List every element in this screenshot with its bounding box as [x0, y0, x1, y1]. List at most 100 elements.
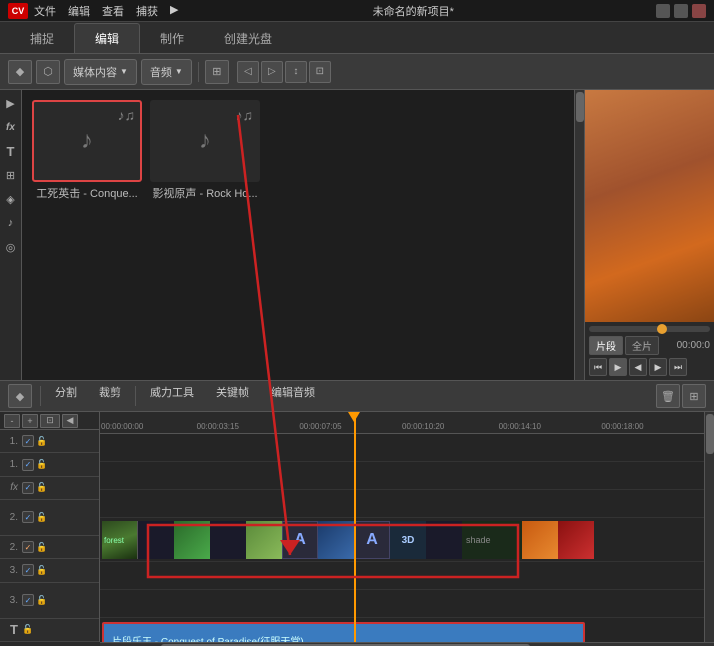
toolbar-select-icon[interactable]: ◆ — [8, 60, 32, 84]
ruler-tick-2: 00:00:07:05 — [299, 422, 341, 431]
close-icon[interactable] — [692, 4, 706, 18]
track-lock-2a[interactable]: 🔓 — [36, 511, 48, 523]
track-lock-2b[interactable]: 🔓 — [36, 541, 48, 553]
audio-label: 音频 — [150, 64, 172, 80]
menu-file[interactable]: 文件 — [34, 3, 56, 19]
tl-tool-keyframe[interactable]: 关键帧 — [206, 384, 259, 408]
tl-tool-audio-edit[interactable]: 编辑音频 — [261, 384, 325, 408]
timeline-vscrollbar[interactable] — [704, 412, 714, 642]
track-lock-1b[interactable]: 🔓 — [36, 459, 48, 471]
menu-view[interactable]: 查看 — [102, 3, 124, 19]
tab-produce[interactable]: 制作 — [140, 24, 204, 53]
track-lock-fx[interactable]: 🔓 — [36, 482, 48, 494]
track-num-2a: 2. — [4, 512, 18, 523]
tl-delete-icon[interactable]: 🗑 — [656, 384, 680, 408]
transport-next[interactable]: ▶ — [649, 358, 667, 376]
track-check-3b[interactable]: ✓ — [22, 594, 34, 606]
sidebar-image-icon[interactable]: ⊞ — [2, 166, 20, 184]
clip-label-A2: A — [354, 521, 390, 559]
tl-tool-power[interactable]: 威力工具 — [140, 384, 204, 408]
track-row-2b — [100, 562, 704, 590]
media-item-2[interactable]: ♪ ♪♫ 影视原声 - Rock Ho... — [150, 100, 260, 201]
sidebar-arrow-icon[interactable]: ▶ — [2, 94, 20, 112]
toolbar-grid-icon[interactable]: ⊞ — [205, 60, 229, 84]
clip-label-shade: shade — [462, 521, 522, 559]
sidebar-color-icon[interactable]: ◎ — [2, 238, 20, 256]
tl-zoom-in[interactable]: + — [22, 414, 38, 428]
ruler-tick-5: 00:00:18:00 — [601, 422, 643, 431]
transport-play[interactable]: ▶ — [609, 358, 627, 376]
preview-controls: 片段 全片 00:00:0 ⏮ ▶ ◀ ▶ ⏭ — [585, 322, 714, 380]
preview-slider-thumb — [657, 324, 667, 334]
window-title: 未命名的新项目* — [373, 3, 454, 19]
track-check-3a[interactable]: ✓ — [22, 564, 34, 576]
tl-zoom-out[interactable]: - — [4, 414, 20, 428]
sidebar-text-icon[interactable]: T — [2, 142, 20, 160]
music-note-bg-1: ♪ — [81, 127, 93, 155]
track-check-2b[interactable]: ✓ — [22, 541, 34, 553]
sidebar-fx-icon[interactable]: fx — [2, 118, 20, 136]
menu-edit[interactable]: 编辑 — [68, 3, 90, 19]
track-labels: - + ⊡ ◀ 1. ✓ 🔓 1. ✓ 🔓 — [0, 412, 100, 642]
video-clip-group[interactable]: forest A A 3D shade — [102, 521, 594, 559]
toolbar-icon-3[interactable]: ↕ — [285, 61, 307, 83]
track-label-row-2a: 2. ✓ 🔓 — [0, 500, 99, 536]
track-lock-3b[interactable]: 🔓 — [36, 594, 48, 606]
clip-label-A1: A — [282, 521, 318, 559]
tl-fit[interactable]: ⊡ — [40, 414, 60, 428]
toolbar-separator-1 — [198, 62, 199, 82]
timeline-hscrollbar[interactable] — [100, 642, 714, 646]
maximize-icon[interactable] — [674, 4, 688, 18]
audio-clip-main[interactable]: 片段乐王 - Conquest of Paradise(征服天堂) — [102, 622, 585, 642]
preview-mode-full[interactable]: 全片 — [625, 336, 659, 355]
timeline-sep-1 — [40, 386, 41, 406]
track-check-2a[interactable]: ✓ — [22, 511, 34, 523]
menu-more[interactable]: ▶ — [170, 3, 178, 19]
track-row-2a: forest A A 3D shade — [100, 518, 704, 562]
tl-tool-trim[interactable]: 裁剪 — [89, 384, 131, 408]
transport-prev[interactable]: ◀ — [629, 358, 647, 376]
menu-capture[interactable]: 捕获 — [136, 3, 158, 19]
track-lock-3a[interactable]: 🔓 — [36, 564, 48, 576]
tl-tool-split[interactable]: 分割 — [45, 384, 87, 408]
menu-bar: 文件 编辑 查看 捕获 ▶ — [34, 3, 178, 19]
transport-next-frame[interactable]: ⏭ — [669, 358, 687, 376]
tl-prev[interactable]: ◀ — [62, 414, 78, 428]
toolbar-icon-1[interactable]: ◁ — [237, 61, 259, 83]
tl-settings-icon[interactable]: ⊞ — [682, 384, 706, 408]
tl-ruler: 00:00:00:00 00:00:03:15 00:00:07:05 00:0… — [100, 412, 704, 434]
transport-prev-frame[interactable]: ⏮ — [589, 358, 607, 376]
tab-edit[interactable]: 编辑 — [74, 23, 140, 53]
media-item-1[interactable]: ♪ ♪♫ 工死英击 - Conque... — [32, 100, 142, 201]
toolbar-puzzle-icon[interactable]: ⬡ — [36, 60, 60, 84]
toolbar-audio-btn[interactable]: 音频 ▼ — [141, 59, 192, 85]
audio-dropdown-arrow: ▼ — [175, 67, 183, 76]
timeline-select-btn[interactable]: ◆ — [8, 384, 32, 408]
toolbar-media-btn[interactable]: 媒体内容 ▼ — [64, 59, 137, 85]
preview-image — [585, 90, 714, 322]
toolbar-icon-4[interactable]: ⊡ — [309, 61, 331, 83]
window-controls — [656, 4, 706, 18]
tab-disc[interactable]: 创建光盘 — [204, 24, 292, 53]
track-row-1b — [100, 462, 704, 490]
track-check-fx[interactable]: ✓ — [22, 482, 34, 494]
clip-field — [246, 521, 282, 559]
track-check-1a[interactable]: ✓ — [22, 435, 34, 447]
track-num-1a: 1. — [4, 436, 18, 447]
track-row-1a — [100, 434, 704, 462]
sidebar-transition-icon[interactable]: ◈ — [2, 190, 20, 208]
media-label-1: 工死英击 - Conque... — [32, 185, 142, 201]
minimize-icon[interactable] — [656, 4, 670, 18]
tab-capture[interactable]: 捕捉 — [10, 24, 74, 53]
sidebar-music-icon[interactable]: ♪ — [2, 214, 20, 232]
preview-mode-clip[interactable]: 片段 — [589, 336, 623, 355]
main-content: ▶ fx T ⊞ ◈ ♪ ◎ ♪ ♪♫ 工死英击 - Conque... — [0, 90, 714, 380]
preview-slider[interactable] — [589, 326, 710, 332]
toolbar-icon-2[interactable]: ▷ — [261, 61, 283, 83]
music-notes-1: ♪♫ — [118, 107, 136, 123]
track-lock-T[interactable]: 🔓 — [22, 624, 34, 636]
media-vscrollbar[interactable] — [574, 90, 584, 380]
track-lock-1a[interactable]: 🔓 — [36, 435, 48, 447]
track-label-row-2b: 2. ✓ 🔓 — [0, 536, 99, 559]
track-check-1b[interactable]: ✓ — [22, 459, 34, 471]
